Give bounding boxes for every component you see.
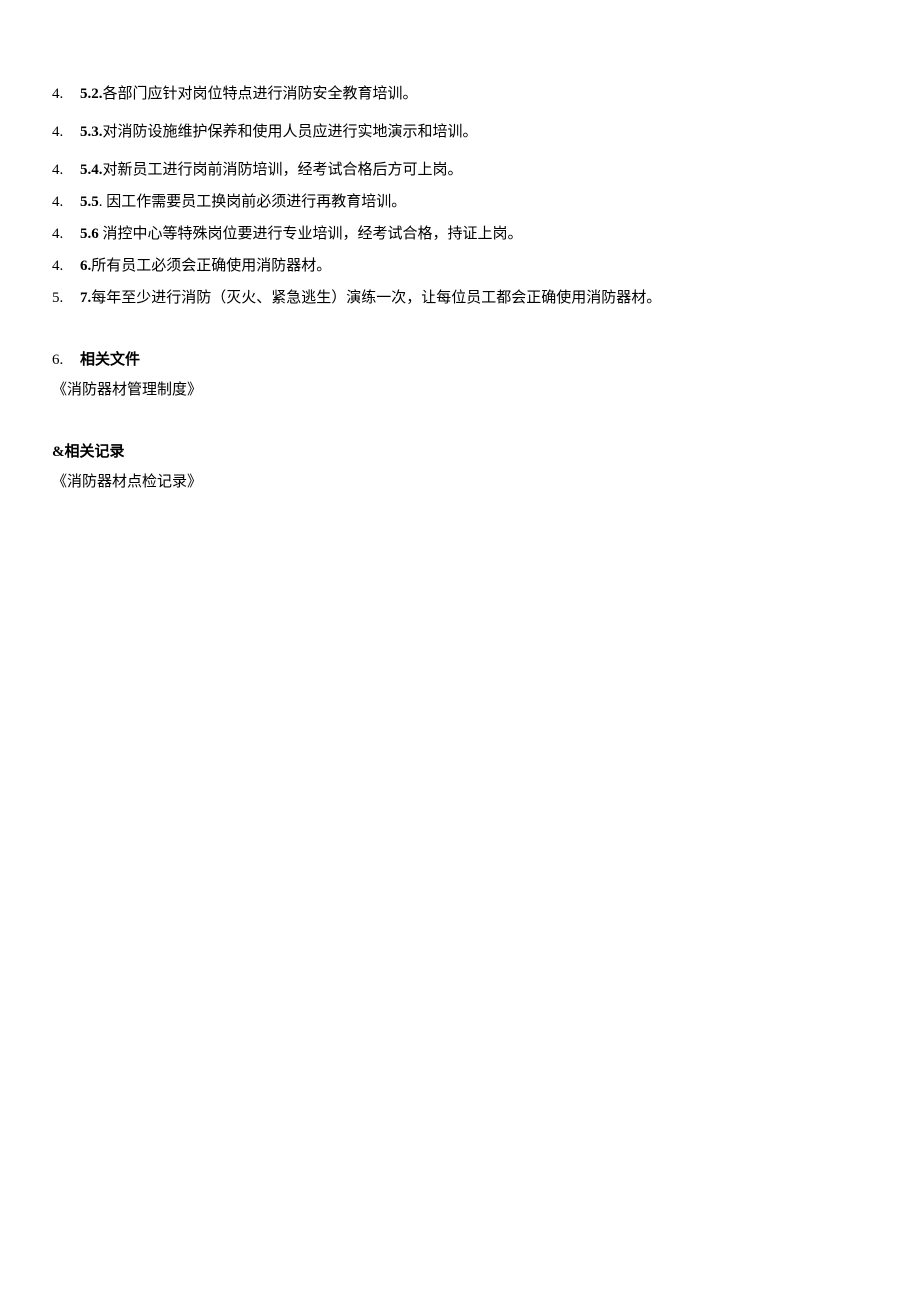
list-item: 4. 5.2.各部门应针对岗位特点进行消防安全教育培训。 — [52, 82, 868, 106]
item-content: 5.3.对消防设施维护保养和使用人员应进行实地演示和培训。 — [80, 120, 478, 144]
item-label: 5.3. — [80, 124, 103, 140]
item-label: 5.5 — [80, 194, 99, 210]
item-prefix: 4. — [52, 190, 80, 214]
item-text: 每年至少进行消防（灭火、紧急逃生）演练一次，让每位员工都会正确使用消防器材。 — [91, 290, 661, 306]
item-content: 5.6 消控中心等特殊岗位要进行专业培训，经考试合格，持证上岗。 — [80, 222, 523, 246]
item-content: 5.2.各部门应针对岗位特点进行消防安全教育培训。 — [80, 82, 418, 106]
list-item: 4. 5.5. 因工作需要员工换岗前必须进行再教育培训。 — [52, 190, 868, 214]
section-heading-related-docs: 6. 相关文件 — [52, 348, 868, 372]
item-prefix: 4. — [52, 120, 80, 144]
document-content: 4. 5.2.各部门应针对岗位特点进行消防安全教育培训。 4. 5.3.对消防设… — [52, 82, 868, 494]
item-prefix: 4. — [52, 222, 80, 246]
item-prefix: 4. — [52, 254, 80, 278]
list-item: 4. 5.6 消控中心等特殊岗位要进行专业培训，经考试合格，持证上岗。 — [52, 222, 868, 246]
list-item: 5. 7.每年至少进行消防（灭火、紧急逃生）演练一次，让每位员工都会正确使用消防… — [52, 286, 868, 310]
item-prefix: 5. — [52, 286, 80, 310]
item-text: 消控中心等特殊岗位要进行专业培训，经考试合格，持证上岗。 — [99, 226, 523, 242]
item-label: 5.4. — [80, 162, 103, 178]
item-text: . 因工作需要员工换岗前必须进行再教育培训。 — [99, 194, 407, 210]
section-heading-related-records: &相关记录 — [52, 440, 868, 464]
item-content: 7.每年至少进行消防（灭火、紧急逃生）演练一次，让每位员工都会正确使用消防器材。 — [80, 286, 661, 310]
item-label: 5.2. — [80, 86, 103, 102]
item-content: 5.5. 因工作需要员工换岗前必须进行再教育培训。 — [80, 190, 406, 214]
ampersand-symbol: & — [52, 444, 65, 460]
item-label: 5.6 — [80, 226, 99, 242]
section-title: 相关记录 — [65, 444, 125, 460]
section-number: 6. — [52, 348, 80, 372]
item-prefix: 4. — [52, 82, 80, 106]
item-text: 所有员工必须会正确使用消防器材。 — [91, 258, 331, 274]
item-label: 7. — [80, 290, 91, 306]
list-item: 4. 6.所有员工必须会正确使用消防器材。 — [52, 254, 868, 278]
section-title: 相关文件 — [80, 348, 140, 372]
item-text: 对消防设施维护保养和使用人员应进行实地演示和培训。 — [103, 124, 478, 140]
section-body-related-records: 《消防器材点检记录》 — [52, 470, 868, 494]
item-label: 6. — [80, 258, 91, 274]
item-content: 5.4.对新员工进行岗前消防培训，经考试合格后方可上岗。 — [80, 158, 463, 182]
item-text: 各部门应针对岗位特点进行消防安全教育培训。 — [103, 86, 418, 102]
list-item: 4. 5.4.对新员工进行岗前消防培训，经考试合格后方可上岗。 — [52, 158, 868, 182]
item-prefix: 4. — [52, 158, 80, 182]
item-content: 6.所有员工必须会正确使用消防器材。 — [80, 254, 331, 278]
section-body-related-docs: 《消防器材管理制度》 — [52, 378, 868, 402]
item-text: 对新员工进行岗前消防培训，经考试合格后方可上岗。 — [103, 162, 463, 178]
list-item: 4. 5.3.对消防设施维护保养和使用人员应进行实地演示和培训。 — [52, 120, 868, 144]
